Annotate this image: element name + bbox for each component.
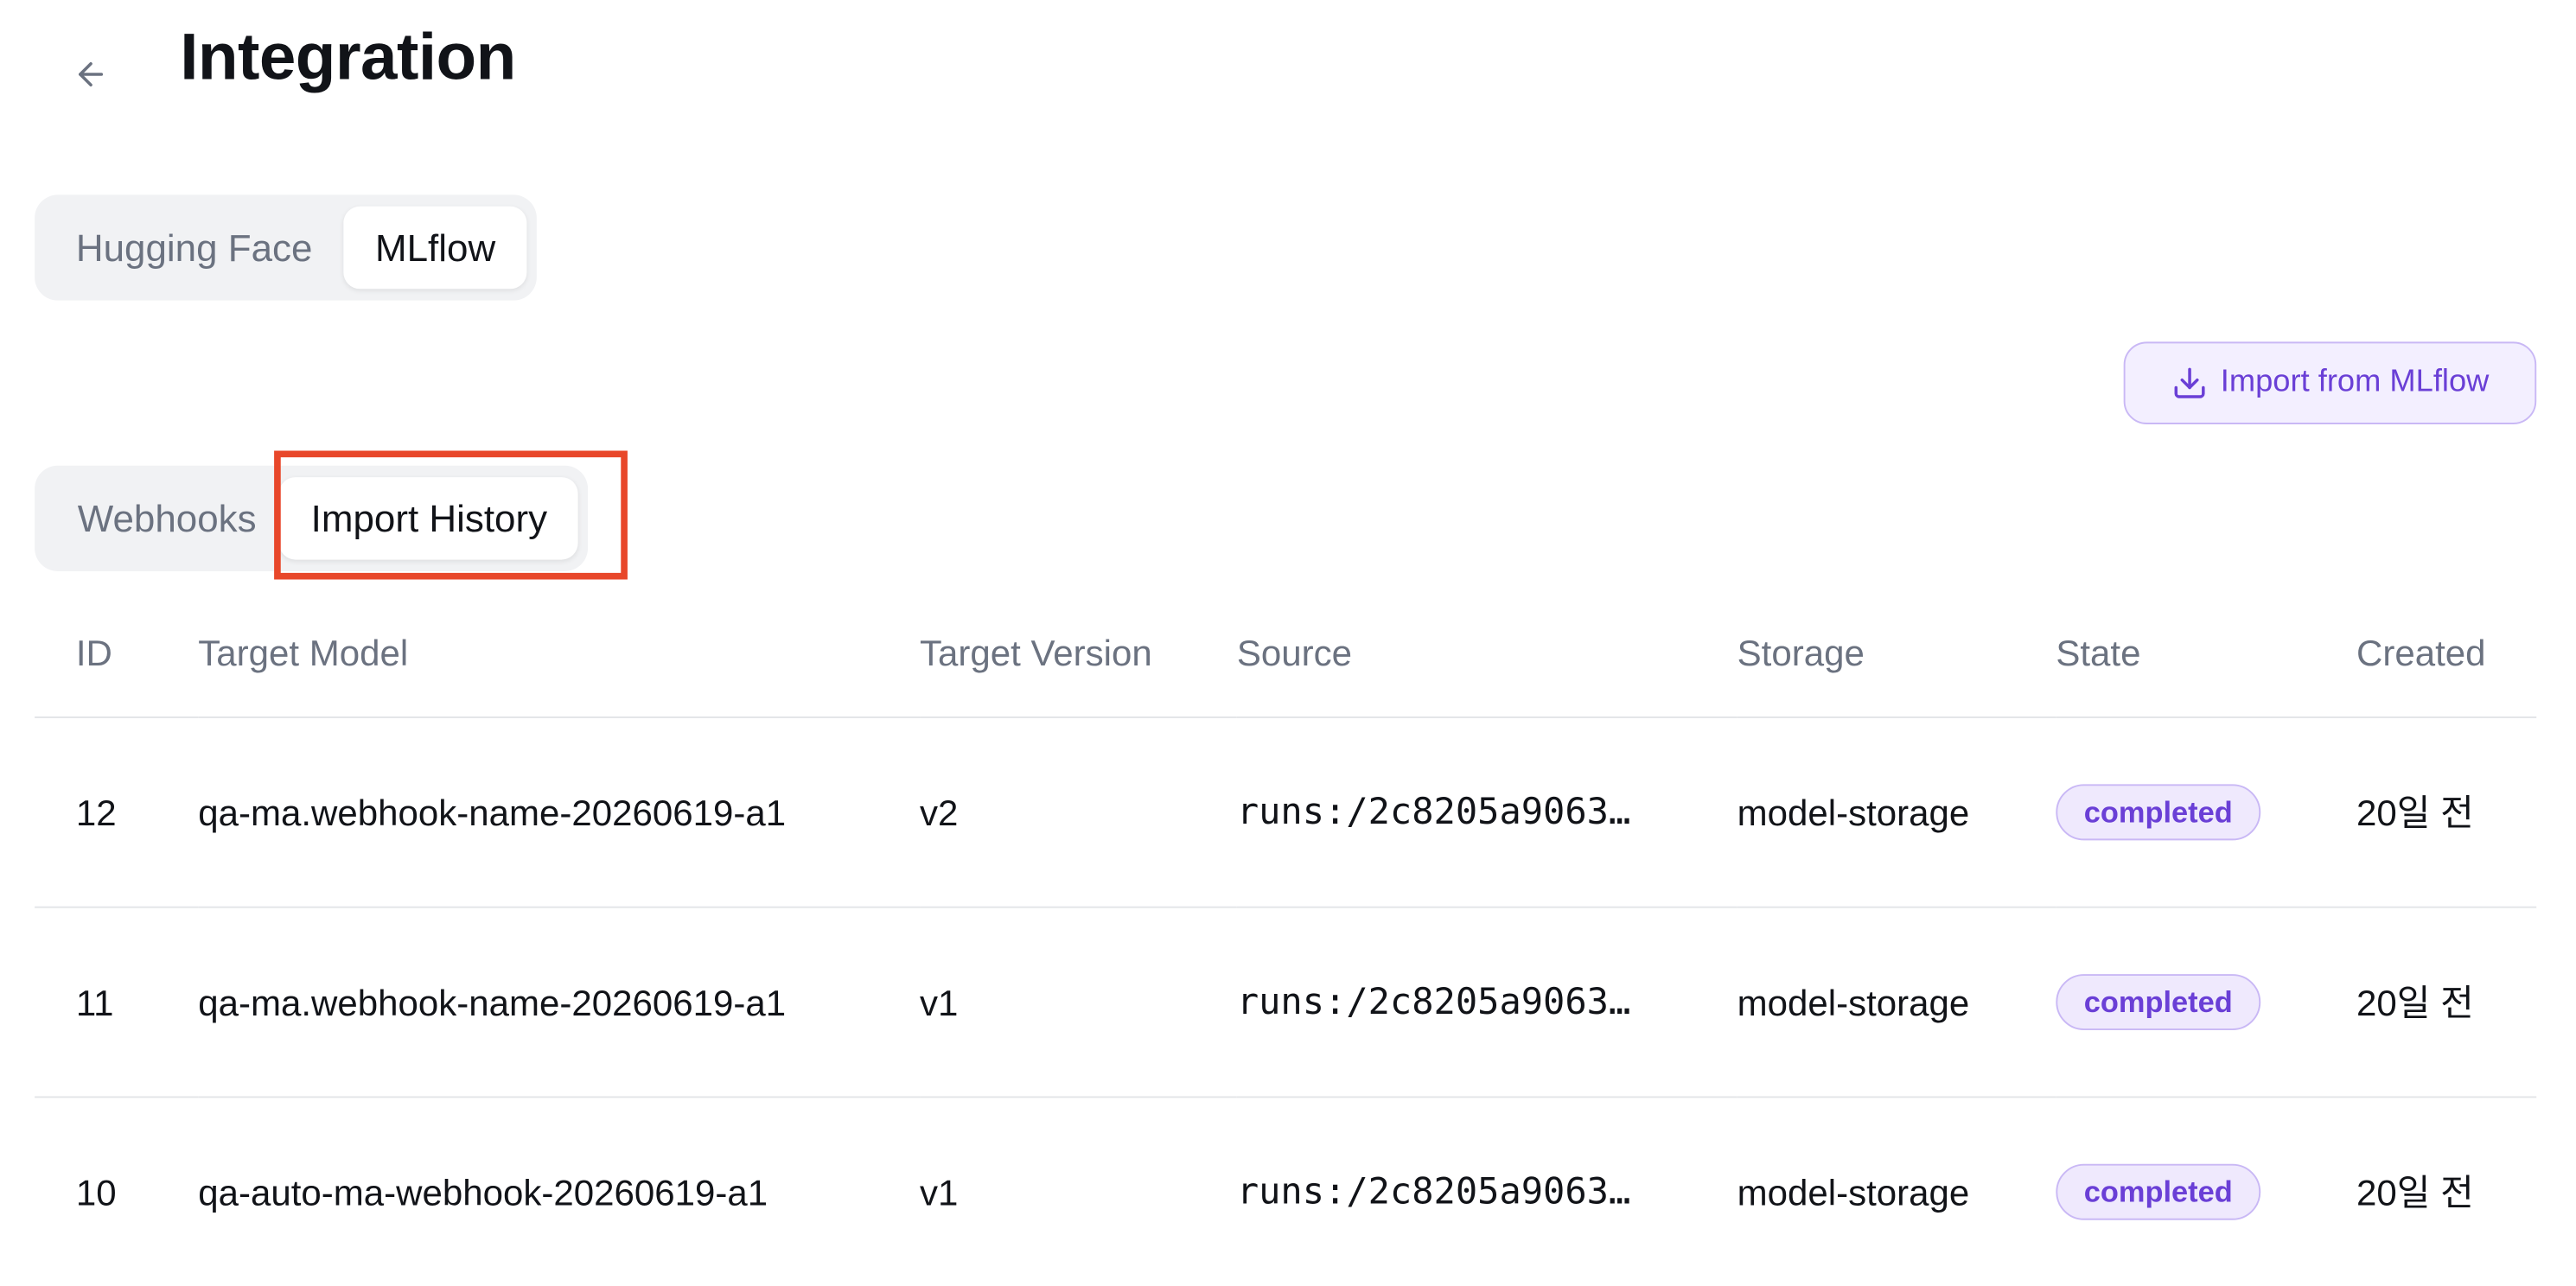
cell-storage: model-storage [1737,1171,1970,1213]
history-tabs: Webhooks Import History [35,465,589,571]
cell-target-model: qa-ma.webhook-name-20260619-a1 [198,717,921,908]
cell-target-model: qa-auto-ma-webhook-20260619-a1 [198,1171,768,1213]
cell-source: runs:/2c8205a9063… [1236,717,1738,908]
status-badge: completed [2056,784,2261,841]
cell-created: 20일 전 [2356,1171,2474,1213]
column-header-target-model: Target Model [198,590,921,718]
cell-state: completed [2056,1097,2356,1286]
cell-state: completed [2056,717,2356,908]
cell-target-version: v1 [920,907,1237,1098]
cell-id: 10 [75,1171,117,1213]
table-row[interactable]: 12 qa-ma.webhook-name-20260619-a1 v2 run… [35,717,2537,908]
cell-id: 12 [35,717,199,908]
provider-tabs: Hugging Face MLflow [35,194,537,301]
import-from-mlflow-button[interactable]: Import from MLflow [2123,341,2537,424]
import-history-table: ID Target Model Target Version Source St… [35,590,2537,1286]
column-header-state: State [2056,590,2356,718]
tab-webhooks[interactable]: Webhooks [45,477,280,560]
back-button[interactable] [66,49,115,99]
import-button-label: Import from MLflow [2220,365,2490,400]
integration-page: Integration Hugging Face MLflow Import f… [0,0,2576,1276]
cell-storage: model-storage [1737,717,2056,908]
column-header-id: ID [35,590,199,718]
cell-storage: model-storage [1737,907,2056,1098]
cell-target-version: v2 [920,717,1237,908]
arrow-left-icon [79,61,104,86]
table-row[interactable]: 10 qa-auto-ma-webhook-20260619-a1 v1 run… [35,1097,2536,1286]
column-header-storage: Storage [1737,590,2056,718]
cell-state: completed [2056,907,2356,1098]
cell-target-model: qa-ma.webhook-name-20260619-a1 [198,907,921,1098]
cell-created: 20일 전 [2356,907,2537,1098]
cell-id: 11 [35,907,199,1098]
status-badge: completed [2056,974,2261,1031]
cell-source: runs:/2c8205a9063… [1236,1171,1631,1213]
status-badge: completed [2056,1163,2261,1220]
page-title: Integration [180,21,516,94]
column-header-source: Source [1236,590,1738,718]
column-header-created: Created [2356,590,2537,718]
table-header-row: ID Target Model Target Version Source St… [35,590,2537,718]
tab-import-history[interactable]: Import History [279,477,579,560]
cell-source: runs:/2c8205a9063… [1236,907,1738,1098]
cell-target-version: v1 [920,1171,959,1213]
column-header-target-version: Target Version [920,590,1237,718]
cell-created: 20일 전 [2356,717,2537,908]
download-icon [2171,365,2207,401]
tab-hugging-face[interactable]: Hugging Face [45,207,344,290]
table-row[interactable]: 11 qa-ma.webhook-name-20260619-a1 v1 run… [35,907,2537,1098]
tab-mlflow[interactable]: MLflow [343,206,527,290]
